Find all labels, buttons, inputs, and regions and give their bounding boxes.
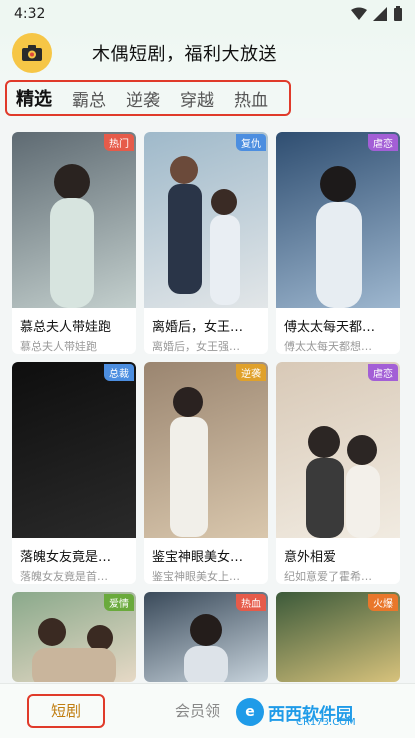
- category-tabs: 精选 霸总 逆袭 穿越 热血: [0, 78, 415, 118]
- drama-card[interactable]: 爱情: [12, 592, 136, 682]
- genre-badge: 热门: [104, 134, 134, 151]
- poster-image: 热门: [12, 132, 136, 308]
- drama-card[interactable]: 总裁 落魄女友竟是… 落魄女友竟是首…: [12, 362, 136, 584]
- card-title: 傅太太每天都…: [284, 320, 376, 335]
- status-icons: [351, 6, 403, 22]
- drama-card[interactable]: 虐恋 傅太太每天都… 傅太太每天都想…: [276, 132, 400, 354]
- poster-image: 热血: [144, 592, 268, 682]
- header-title: 木偶短剧，福利大放送: [92, 44, 277, 65]
- card-subtitle: 鉴宝神眼美女上…: [152, 570, 240, 583]
- genre-badge: 火爆: [368, 594, 398, 611]
- drama-card[interactable]: 热血: [144, 592, 268, 682]
- camera-icon[interactable]: [12, 33, 52, 73]
- card-title: 离婚后，女王…: [152, 320, 244, 335]
- battery-icon: [394, 6, 402, 21]
- card-subtitle: 慕总夫人带娃跑: [20, 340, 97, 353]
- poster-image: 复仇: [144, 132, 268, 308]
- drama-card[interactable]: 火爆: [276, 592, 400, 682]
- genre-badge: 总裁: [104, 364, 134, 381]
- tab-action[interactable]: 热血: [234, 86, 268, 111]
- status-bar: 4:32: [0, 0, 415, 28]
- drama-card[interactable]: 虐恋 意外相爱 纪如意爱了霍希…: [276, 362, 400, 584]
- tab-time-travel[interactable]: 穿越: [180, 86, 214, 111]
- card-subtitle: 离婚后，女王强…: [152, 340, 240, 353]
- watermark: e 西西软件园 CR173.COM: [236, 690, 406, 734]
- poster-image: 总裁: [12, 362, 136, 538]
- genre-badge: 热血: [236, 594, 266, 611]
- card-title: 落魄女友竟是…: [20, 550, 112, 565]
- nav-item-membership[interactable]: 会员领: [175, 700, 220, 721]
- genre-badge: 爱情: [104, 594, 134, 611]
- poster-image: 虐恋: [276, 362, 400, 538]
- header: 木偶短剧，福利大放送: [0, 28, 415, 78]
- tab-ceo[interactable]: 霸总: [72, 86, 106, 111]
- poster-image: 爱情: [12, 592, 136, 682]
- card-subtitle: 傅太太每天都想…: [284, 340, 372, 353]
- genre-badge: 虐恋: [368, 364, 398, 381]
- tab-comeback[interactable]: 逆袭: [126, 86, 160, 111]
- poster-image: 逆袭: [144, 362, 268, 538]
- card-title: 意外相爱: [284, 550, 337, 565]
- card-title: 慕总夫人带娃跑: [20, 320, 112, 335]
- poster-image: 虐恋: [276, 132, 400, 308]
- drama-grid: 热门 慕总夫人带娃跑 慕总夫人带娃跑 复仇 离婚后，女王… 离婚后，女王强… 虐…: [12, 132, 404, 682]
- nav-item-short-drama[interactable]: 短剧: [51, 700, 81, 721]
- signal-icon: [373, 7, 387, 21]
- tab-featured[interactable]: 精选: [16, 85, 52, 111]
- genre-badge: 虐恋: [368, 134, 398, 151]
- watermark-sub: CR173.COM: [296, 716, 356, 728]
- status-time: 4:32: [14, 6, 46, 22]
- drama-card[interactable]: 逆袭 鉴宝神眼美女… 鉴宝神眼美女上…: [144, 362, 268, 584]
- drama-card[interactable]: 复仇 离婚后，女王… 离婚后，女王强…: [144, 132, 268, 354]
- card-subtitle: 落魄女友竟是首…: [20, 570, 108, 583]
- card-subtitle: 纪如意爱了霍希…: [284, 570, 372, 583]
- genre-badge: 逆袭: [236, 364, 266, 381]
- poster-image: 火爆: [276, 592, 400, 682]
- watermark-logo-icon: e: [236, 698, 264, 726]
- wifi-icon: [351, 7, 367, 20]
- card-title: 鉴宝神眼美女…: [152, 550, 244, 565]
- genre-badge: 复仇: [236, 134, 266, 151]
- drama-card[interactable]: 热门 慕总夫人带娃跑 慕总夫人带娃跑: [12, 132, 136, 354]
